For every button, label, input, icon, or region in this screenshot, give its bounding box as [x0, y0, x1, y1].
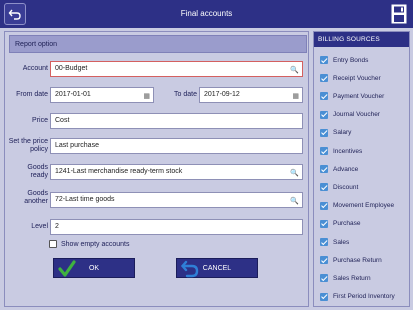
goods-another-value: 72-Last time goods — [55, 196, 115, 203]
calendar-icon[interactable]: ▦ — [143, 90, 150, 104]
billing-sources-header: BILLING SOURCES — [314, 32, 409, 47]
from-date-field[interactable]: 2017-01-01 ▦ — [50, 87, 154, 103]
search-icon[interactable]: 🔍 — [290, 195, 299, 209]
checkbox-checked-icon[interactable] — [320, 219, 328, 228]
checkbox-checked-icon[interactable] — [320, 238, 328, 246]
goods-another-label: Goods another — [24, 190, 48, 205]
billing-source-item[interactable]: Purchase Return — [320, 256, 382, 265]
show-empty-accounts-checkbox[interactable]: Show empty accounts — [49, 240, 129, 248]
undo-arrow-icon — [181, 260, 199, 278]
checkbox-checked-icon[interactable] — [320, 56, 328, 64]
checkbox-checked-icon[interactable] — [320, 147, 328, 155]
checkbox-checked-icon[interactable] — [320, 92, 328, 101]
report-option-header: Report option — [9, 35, 307, 53]
billing-source-item[interactable]: Receipt Voucher — [320, 74, 381, 83]
report-options-panel: Report option Account 00-Budget 🔍 From d… — [4, 31, 309, 307]
checkbox-checked-icon[interactable] — [320, 128, 328, 137]
billing-sources-panel: BILLING SOURCES Entry Bonds Receipt Vouch… — [313, 31, 410, 307]
billing-source-item[interactable]: First Period Inventory — [320, 292, 395, 301]
from-date-label: From date — [16, 91, 48, 98]
price-policy-value: Last purchase — [55, 142, 99, 149]
billing-source-label: Entry Bonds — [333, 56, 369, 64]
checkbox-checked-icon[interactable] — [320, 292, 328, 301]
billing-source-label: Movement Employee — [333, 202, 395, 210]
price-field[interactable]: Cost — [50, 113, 303, 129]
billing-source-label: Receipt Voucher — [333, 74, 381, 82]
ok-button[interactable]: OK — [53, 258, 135, 278]
to-date-label: To date — [174, 91, 197, 98]
billing-source-label: Journal Voucher — [333, 111, 380, 119]
checkbox-checked-icon[interactable] — [320, 165, 328, 174]
page-title: Final accounts — [180, 9, 233, 18]
goods-ready-value: 1241-Last merchandise ready-term stock — [55, 168, 183, 175]
account-field[interactable]: 00-Budget 🔍 — [50, 61, 303, 77]
checkbox-checked-icon[interactable] — [320, 274, 328, 283]
billing-source-item[interactable]: Incentives — [320, 147, 362, 155]
billing-source-item[interactable]: Purchase — [320, 219, 361, 228]
billing-source-label: Payment Voucher — [333, 92, 385, 100]
billing-source-label: Incentives — [333, 147, 363, 155]
checkbox-checked-icon[interactable] — [320, 183, 328, 192]
save-icon[interactable] — [391, 4, 407, 24]
from-date-value: 2017-01-01 — [55, 91, 91, 98]
checkmark-icon — [58, 260, 76, 277]
billing-source-item[interactable]: Payment Voucher — [320, 92, 385, 101]
checkbox-checked-icon[interactable] — [320, 110, 328, 119]
billing-source-item[interactable]: Sales — [320, 238, 349, 246]
billing-source-label: Sales Return — [333, 274, 371, 282]
goods-ready-field[interactable]: 1241-Last merchandise ready-term stock 🔍 — [50, 164, 303, 180]
billing-source-item[interactable]: Entry Bonds — [320, 56, 368, 64]
billing-source-label: First Period Inventory — [333, 293, 395, 301]
checkbox-checked-icon[interactable] — [320, 256, 328, 265]
goods-another-field[interactable]: 72-Last time goods 🔍 — [50, 192, 303, 208]
billing-source-label: Advance — [333, 165, 359, 173]
price-policy-label: Set the price policy — [8, 138, 48, 153]
billing-source-label: Purchase — [333, 220, 361, 228]
billing-source-label: Discount — [333, 183, 359, 191]
billing-source-item[interactable]: Discount — [320, 183, 359, 192]
billing-source-label: Sales — [333, 238, 350, 246]
checkbox-checked-icon[interactable] — [320, 74, 328, 83]
calendar-icon[interactable]: ▦ — [292, 90, 299, 104]
billing-source-item[interactable]: Movement Employee — [320, 201, 395, 210]
ok-label: OK — [88, 264, 100, 272]
level-label: Level — [31, 223, 48, 230]
to-date-value: 2017-09-12 — [204, 91, 240, 98]
billing-sources-title: BILLING SOURCES — [318, 36, 380, 43]
account-value: 00-Budget — [55, 65, 88, 72]
level-field[interactable]: 2 — [50, 219, 303, 235]
section-title: Report option — [15, 41, 58, 48]
level-value: 2 — [55, 223, 59, 230]
billing-source-item[interactable]: Sales Return — [320, 274, 371, 283]
search-icon[interactable]: 🔍 — [290, 64, 299, 78]
account-label: Account — [22, 65, 48, 72]
cancel-button[interactable]: CANCEL — [176, 258, 258, 278]
billing-source-label: Salary — [333, 129, 352, 137]
show-empty-accounts-label: Show empty accounts — [61, 240, 130, 248]
billing-source-item[interactable]: Salary — [320, 128, 352, 137]
billing-source-item[interactable]: Journal Voucher — [320, 110, 380, 119]
title-bar: Final accounts — [0, 0, 413, 28]
checkbox-box[interactable] — [49, 240, 57, 248]
goods-ready-label: Goods ready — [27, 164, 48, 179]
price-value: Cost — [55, 117, 70, 124]
price-policy-field[interactable]: Last purchase — [50, 138, 303, 154]
checkbox-checked-icon[interactable] — [320, 201, 328, 210]
billing-source-item[interactable]: Advance — [320, 165, 359, 174]
price-label: Price — [32, 117, 48, 124]
billing-source-label: Purchase Return — [333, 256, 382, 264]
cancel-label: CANCEL — [202, 264, 232, 272]
search-icon[interactable]: 🔍 — [290, 167, 299, 181]
to-date-field[interactable]: 2017-09-12 ▦ — [199, 87, 303, 103]
